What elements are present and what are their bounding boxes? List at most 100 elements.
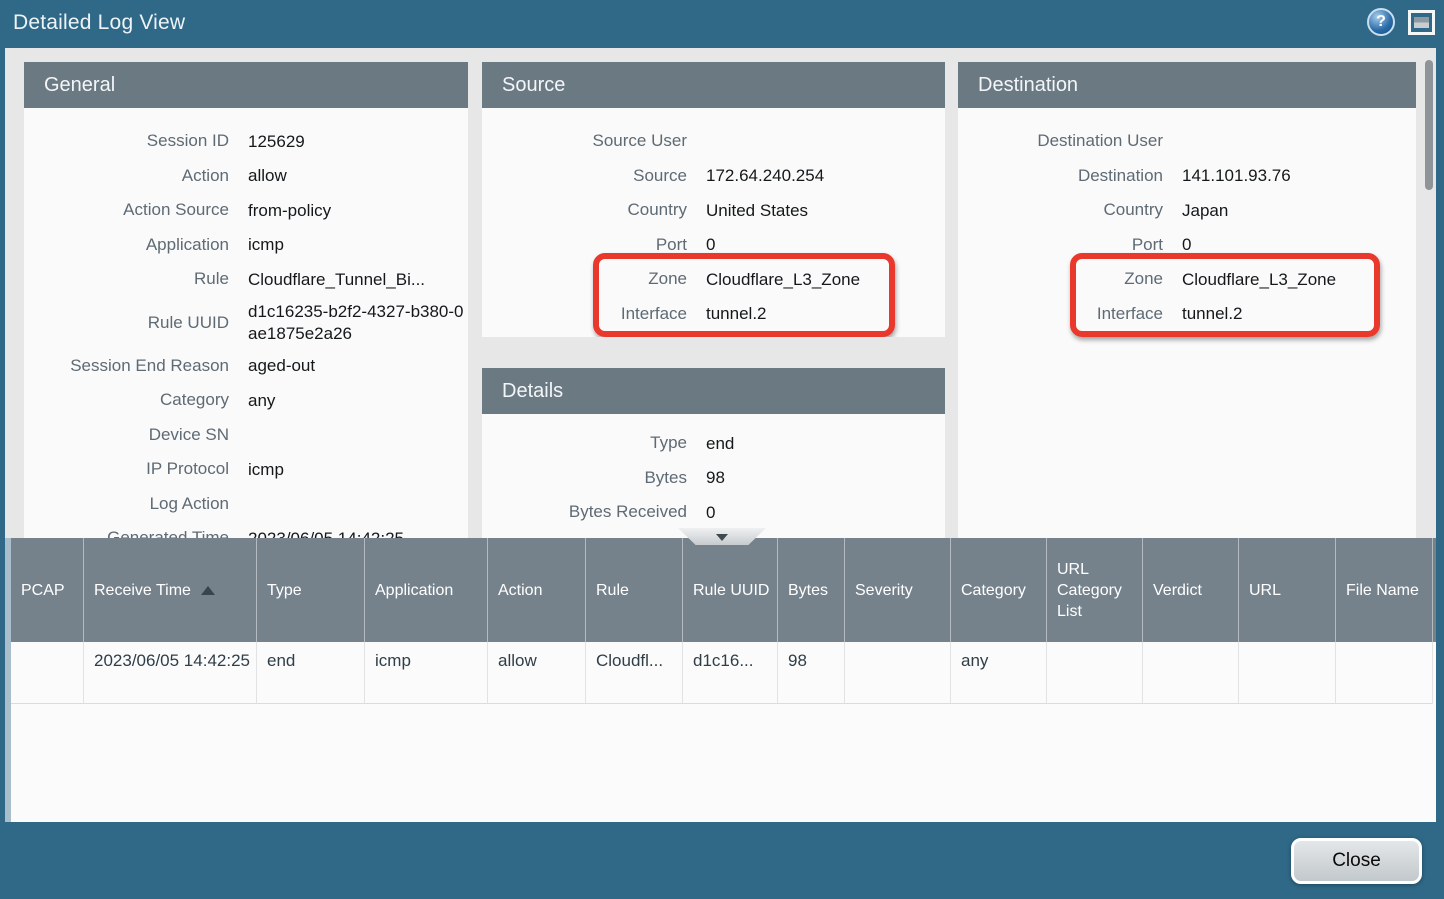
- column-header-label: Category: [961, 580, 1026, 601]
- field-value: Japan: [1182, 200, 1228, 221]
- field-value: Cloudflare_Tunnel_Bi...: [248, 269, 425, 290]
- cell-file-name: [1336, 642, 1433, 704]
- field-label: Bytes Received: [482, 502, 687, 522]
- field-label: Session End Reason: [24, 356, 229, 376]
- column-header-verdict[interactable]: Verdict: [1143, 538, 1239, 642]
- cell-url: [1239, 642, 1336, 704]
- field-row-device-sn: Device SN: [24, 418, 468, 453]
- field-row-source-interface: Interface tunnel.2: [482, 297, 945, 332]
- field-value: tunnel.2: [706, 303, 767, 324]
- log-table-section: PCAP Receive Time Type Application Actio…: [5, 538, 1436, 822]
- destination-panel: Destination Destination User Destination…: [958, 62, 1416, 538]
- titlebar-icons: ?: [1367, 8, 1435, 36]
- column-header-rule-uuid[interactable]: Rule UUID: [683, 538, 778, 642]
- field-value: icmp: [248, 459, 284, 480]
- field-row-destination: Destination141.101.93.76: [958, 159, 1416, 194]
- field-row-type: Typeend: [482, 426, 945, 461]
- log-table-row[interactable]: 2023/06/05 14:42:25 end icmp allow Cloud…: [11, 642, 1433, 704]
- field-label: Port: [958, 235, 1163, 255]
- column-header-url-category-list[interactable]: URL Category List: [1047, 538, 1143, 642]
- column-header-type[interactable]: Type: [257, 538, 365, 642]
- field-label: Source: [482, 166, 687, 186]
- column-header-label: Severity: [855, 580, 913, 601]
- field-row-destination-country: Country Japan: [958, 193, 1416, 228]
- field-row-rule-uuid: Rule UUID d1c16235-b2f2-4327-b380-0ae1875…: [24, 297, 468, 349]
- log-detail-panels-region: General Session ID125629 Actionallow Act…: [5, 48, 1436, 538]
- column-header-label: Bytes: [788, 580, 828, 601]
- field-row-destination-user: Destination User: [958, 124, 1416, 159]
- field-row-source-port: Port0: [482, 228, 945, 263]
- dialog-title: Detailed Log View: [13, 11, 185, 35]
- field-label: Destination: [958, 166, 1163, 186]
- cell-receive-time: 2023/06/05 14:42:25: [84, 642, 257, 704]
- field-label: Type: [482, 433, 687, 453]
- maximize-window-icon[interactable]: [1408, 10, 1435, 35]
- field-label: Session ID: [24, 131, 229, 151]
- field-label: IP Protocol: [24, 459, 229, 479]
- field-value: aged-out: [248, 355, 315, 376]
- column-header-label: Verdict: [1153, 580, 1202, 601]
- cell-type: end: [257, 642, 365, 704]
- details-panel-body: Typeend Bytes98 Bytes Received0: [482, 414, 945, 530]
- source-panel-title: Source: [482, 62, 945, 108]
- field-row-source-user: Source User: [482, 124, 945, 159]
- field-row-destination-port: Port 0: [958, 228, 1416, 263]
- vertical-scrollbar-thumb[interactable]: [1425, 60, 1433, 190]
- field-row-action: Actionallow: [24, 159, 468, 194]
- column-header-label: Receive Time: [94, 580, 191, 601]
- cell-rule: Cloudfl...: [586, 642, 683, 704]
- field-value: 172.64.240.254: [706, 165, 824, 186]
- field-label: Rule UUID: [24, 313, 229, 333]
- field-value: Cloudflare_L3_Zone: [1182, 269, 1336, 290]
- column-header-category[interactable]: Category: [951, 538, 1047, 642]
- field-value: 0: [1182, 234, 1191, 255]
- field-label: Country: [482, 200, 687, 220]
- field-value: 98: [706, 467, 725, 488]
- field-value: 2023/06/05 14:42:25: [248, 528, 404, 538]
- column-header-severity[interactable]: Severity: [845, 538, 951, 642]
- column-header-bytes[interactable]: Bytes: [778, 538, 845, 642]
- field-label: Interface: [958, 304, 1163, 324]
- field-label: Action: [24, 166, 229, 186]
- general-panel: General Session ID125629 Actionallow Act…: [24, 62, 468, 538]
- field-value: United States: [706, 200, 808, 221]
- column-header-label: File Name: [1346, 580, 1419, 601]
- cell-url-category-list: [1047, 642, 1143, 704]
- column-header-url[interactable]: URL: [1239, 538, 1336, 642]
- field-label: Source User: [482, 131, 687, 151]
- column-header-label: URL: [1249, 580, 1281, 601]
- column-header-label: Application: [375, 580, 453, 601]
- cell-verdict: [1143, 642, 1239, 704]
- field-row-bytes-received: Bytes Received0: [482, 495, 945, 530]
- column-header-file-name[interactable]: File Name: [1336, 538, 1433, 642]
- column-header-action[interactable]: Action: [488, 538, 586, 642]
- column-header-receive-time[interactable]: Receive Time: [84, 538, 257, 642]
- column-header-rule[interactable]: Rule: [586, 538, 683, 642]
- sort-ascending-icon: [201, 586, 215, 595]
- field-label: Interface: [482, 304, 687, 324]
- general-panel-title: General: [24, 62, 468, 108]
- field-row-source-zone: ZoneCloudflare_L3_Zone: [482, 262, 945, 297]
- column-header-application[interactable]: Application: [365, 538, 488, 642]
- field-row-action-source: Action Sourcefrom-policy: [24, 193, 468, 228]
- field-label: Country: [958, 200, 1163, 220]
- field-row-application: Applicationicmp: [24, 228, 468, 263]
- field-value: any: [248, 390, 275, 411]
- field-value: d1c16235-b2f2-4327-b380-0ae1875e2a26: [248, 301, 466, 344]
- close-button[interactable]: Close: [1291, 838, 1422, 884]
- field-value: end: [706, 433, 734, 454]
- field-row-category: Categoryany: [24, 383, 468, 418]
- column-header-filler: [1433, 538, 1444, 642]
- chevron-down-icon: [716, 534, 728, 541]
- field-row-session-end-reason: Session End Reason aged-out: [24, 349, 468, 384]
- field-label: Log Action: [24, 494, 229, 514]
- details-panel: Details Typeend Bytes98 Bytes Received0: [482, 368, 945, 538]
- field-label: Device SN: [24, 425, 229, 445]
- field-label: Zone: [958, 269, 1163, 289]
- help-icon[interactable]: ?: [1367, 8, 1395, 36]
- log-table-header-row: PCAP Receive Time Type Application Actio…: [11, 538, 1436, 642]
- field-label: Rule: [24, 269, 229, 289]
- field-value: Cloudflare_L3_Zone: [706, 269, 860, 290]
- field-row-destination-zone: Zone Cloudflare_L3_Zone: [958, 262, 1416, 297]
- column-header-pcap[interactable]: PCAP: [11, 538, 84, 642]
